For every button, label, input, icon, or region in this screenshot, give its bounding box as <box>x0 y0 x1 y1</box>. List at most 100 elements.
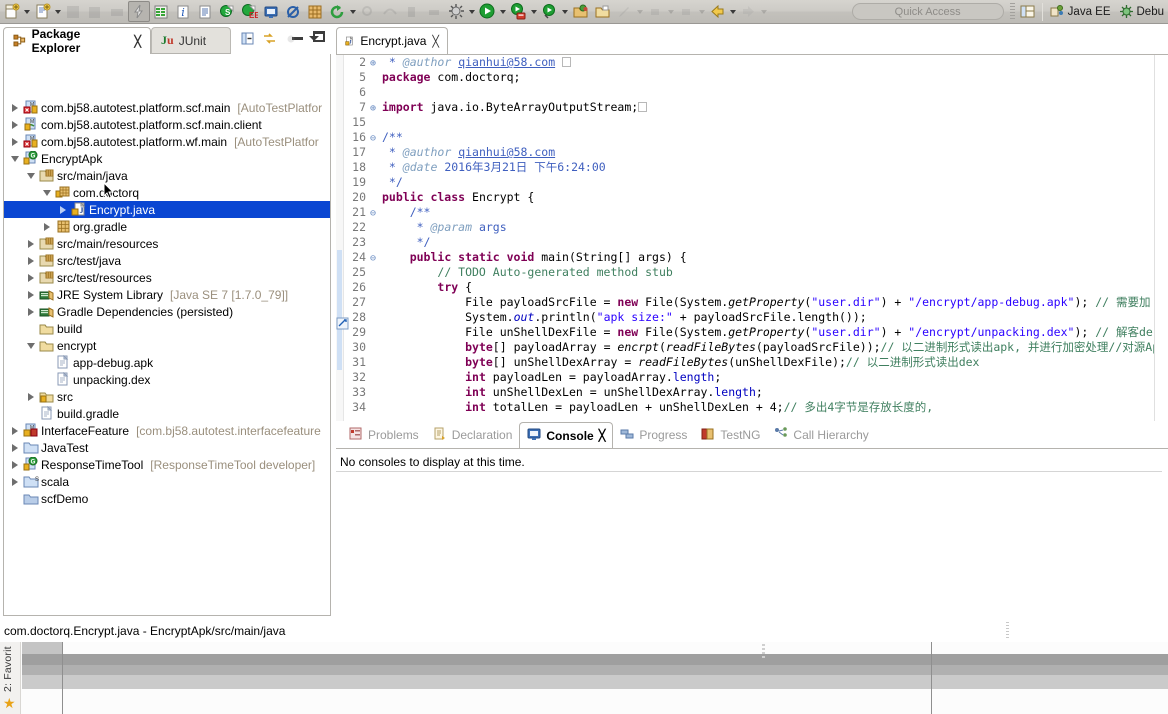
tree-twisty-collapsed-icon[interactable] <box>8 422 22 439</box>
new-wizard-dropdown[interactable] <box>22 1 31 22</box>
code-line[interactable]: 26 try { <box>336 280 1168 295</box>
properties-view-icon[interactable] <box>150 1 172 22</box>
code-line[interactable]: 6 <box>336 85 1168 100</box>
tree-twisty-collapsed-icon[interactable] <box>8 116 22 133</box>
code-line[interactable]: 18 * @date 2016年3月21日 下午6:24:00 <box>336 160 1168 175</box>
debug-icon[interactable] <box>445 1 467 22</box>
build-icon[interactable] <box>128 1 150 22</box>
tree-twisty-collapsed-icon[interactable] <box>24 286 38 303</box>
tree-item[interactable]: Gradle Dependencies (persisted) <box>4 303 330 320</box>
tree-item[interactable]: scfDemo <box>4 490 330 507</box>
tree-item[interactable]: Mcom.bj58.autotest.platform.scf.main.cli… <box>4 116 330 133</box>
code-line[interactable]: 16⊖/** <box>336 130 1168 145</box>
tree-item[interactable]: src/test/resources <box>4 269 330 286</box>
status-bar-grip[interactable] <box>1006 622 1009 640</box>
tree-item[interactable]: GResponseTimeTool[ResponseTimeTool devel… <box>4 456 330 473</box>
tree-twisty-collapsed-icon[interactable] <box>8 456 22 473</box>
tree-item[interactable]: build.gradle <box>4 405 330 422</box>
console-tab-call-hierarchy[interactable]: Call Hierarchy <box>767 422 875 448</box>
code-line[interactable]: 33 int unShellDexLen = unShellDexArray.l… <box>336 385 1168 400</box>
tree-item[interactable]: JEncrypt.java <box>4 201 330 218</box>
console-tab-problems[interactable]: Problems <box>342 422 426 448</box>
open-type-icon[interactable] <box>569 1 591 22</box>
tree-twisty-expanded-icon[interactable] <box>40 184 54 201</box>
tree-item[interactable]: JavaTest <box>4 439 330 456</box>
tree-item[interactable]: src <box>4 388 330 405</box>
back-icon[interactable] <box>706 1 728 22</box>
tree-item[interactable]: Mcom.bj58.autotest.platform.scf.main[Aut… <box>4 99 330 116</box>
code-line[interactable]: 20public class Encrypt { <box>336 190 1168 205</box>
code-line[interactable]: 32 int payloadLen = payloadArray.length; <box>336 370 1168 385</box>
tree-item[interactable]: unpacking.dex <box>4 371 330 388</box>
tree-twisty-collapsed-icon[interactable] <box>8 439 22 456</box>
tree-twisty-collapsed-icon[interactable] <box>40 218 54 235</box>
tree-item[interactable]: GEncryptApk <box>4 150 330 167</box>
tab-package-explorer[interactable]: Package Explorer ╳ <box>3 27 151 54</box>
tree-item[interactable]: app-debug.apk <box>4 354 330 371</box>
tree-item[interactable]: MInterfaceFeature[com.bj58.autotest.inte… <box>4 422 330 439</box>
tree-twisty-collapsed-icon[interactable] <box>8 473 22 490</box>
new-jsp-icon[interactable]: S <box>216 1 238 22</box>
code-line[interactable]: 29 File unShellDexFile = new File(System… <box>336 325 1168 340</box>
outline-icon[interactable] <box>194 1 216 22</box>
tree-twisty-collapsed-icon[interactable] <box>56 201 70 218</box>
coverage-dropdown[interactable] <box>560 1 569 22</box>
tree-item[interactable]: src/main/java <box>4 167 330 184</box>
refresh-dropdown[interactable] <box>348 1 357 22</box>
code-content[interactable]: 2⊕ * @author qianhui@58.com 5package com… <box>336 55 1168 421</box>
perspective-java-ee[interactable]: Java EE <box>1046 1 1115 22</box>
code-line[interactable]: 7⊕import java.io.ByteArrayOutputStream; <box>336 100 1168 115</box>
code-line[interactable]: 28 System.out.println("apk size:" + payl… <box>336 310 1168 325</box>
code-line[interactable]: 30 byte[] payloadArray = encrpt(readFile… <box>336 340 1168 355</box>
tree-twisty-collapsed-icon[interactable] <box>24 269 38 286</box>
tree-twisty-collapsed-icon[interactable] <box>24 252 38 269</box>
perspective-debug[interactable]: Debu <box>1115 1 1168 22</box>
fold-marker[interactable]: ⊖ <box>366 251 380 266</box>
run-as-server-dropdown[interactable] <box>529 1 538 22</box>
close-icon[interactable]: ╳ <box>134 35 141 48</box>
link-with-editor-icon[interactable] <box>262 31 277 49</box>
quick-access-input[interactable]: Quick Access <box>852 3 1004 20</box>
code-line[interactable]: 2⊕ * @author qianhui@58.com <box>336 55 1168 70</box>
new-package-icon[interactable] <box>304 1 326 22</box>
toolbar-grip[interactable] <box>1010 3 1015 21</box>
code-line[interactable]: 24⊖ public static void main(String[] arg… <box>336 250 1168 265</box>
new-wizard-icon[interactable] <box>0 1 22 22</box>
code-line[interactable]: 22 * @param args <box>336 220 1168 235</box>
code-line[interactable]: 34 int totalLen = payloadLen + unShellDe… <box>336 400 1168 415</box>
code-line[interactable]: 31 byte[] unShellDexArray = readFileByte… <box>336 355 1168 370</box>
tree-twisty-collapsed-icon[interactable] <box>24 235 38 252</box>
restore-perspective-icon[interactable] <box>1017 1 1039 22</box>
tree-twisty-expanded-icon[interactable] <box>24 167 38 184</box>
info-icon[interactable]: i <box>172 1 194 22</box>
code-line[interactable]: 15 <box>336 115 1168 130</box>
console-tab-testng[interactable]: TestNG <box>694 422 767 448</box>
tree-twisty-collapsed-icon[interactable] <box>8 133 22 150</box>
tree-item[interactable]: Mcom.bj58.autotest.platform.wf.main[Auto… <box>4 133 330 150</box>
run-dropdown[interactable] <box>498 1 507 22</box>
back-dropdown[interactable] <box>728 1 737 22</box>
fold-marker[interactable]: ⊕ <box>366 56 380 71</box>
star-icon[interactable]: ★ <box>3 695 16 712</box>
code-line[interactable]: 27 File payloadSrcFile = new File(System… <box>336 295 1168 310</box>
project-tree[interactable]: Mcom.bj58.autotest.platform.scf.main[Aut… <box>4 99 330 507</box>
tree-item[interactable]: src/main/resources <box>4 235 330 252</box>
tree-item[interactable]: Sscala <box>4 473 330 490</box>
coverage-icon[interactable] <box>538 1 560 22</box>
fold-marker[interactable]: ⊕ <box>366 101 380 116</box>
debug-dropdown[interactable] <box>467 1 476 22</box>
tree-item[interactable]: encrypt <box>4 337 330 354</box>
code-line[interactable]: 21⊖ /** <box>336 205 1168 220</box>
new-java-class-icon[interactable] <box>31 1 53 22</box>
new-ee-icon[interactable]: EE <box>238 1 260 22</box>
tree-twisty-collapsed-icon[interactable] <box>8 99 22 116</box>
tree-item[interactable]: JRE System Library[Java SE 7 [1.7.0_79]] <box>4 286 330 303</box>
editor-tab-encrypt-java[interactable]: J Encrypt.java ╳ <box>336 27 448 54</box>
refresh-icon[interactable] <box>326 1 348 22</box>
run-icon[interactable] <box>476 1 498 22</box>
console-icon[interactable] <box>260 1 282 22</box>
fold-marker[interactable]: ⊖ <box>366 206 380 221</box>
console-tab-declaration[interactable]: Declaration <box>426 422 520 448</box>
tree-twisty-expanded-icon[interactable] <box>24 337 38 354</box>
tree-twisty-collapsed-icon[interactable] <box>24 303 38 320</box>
